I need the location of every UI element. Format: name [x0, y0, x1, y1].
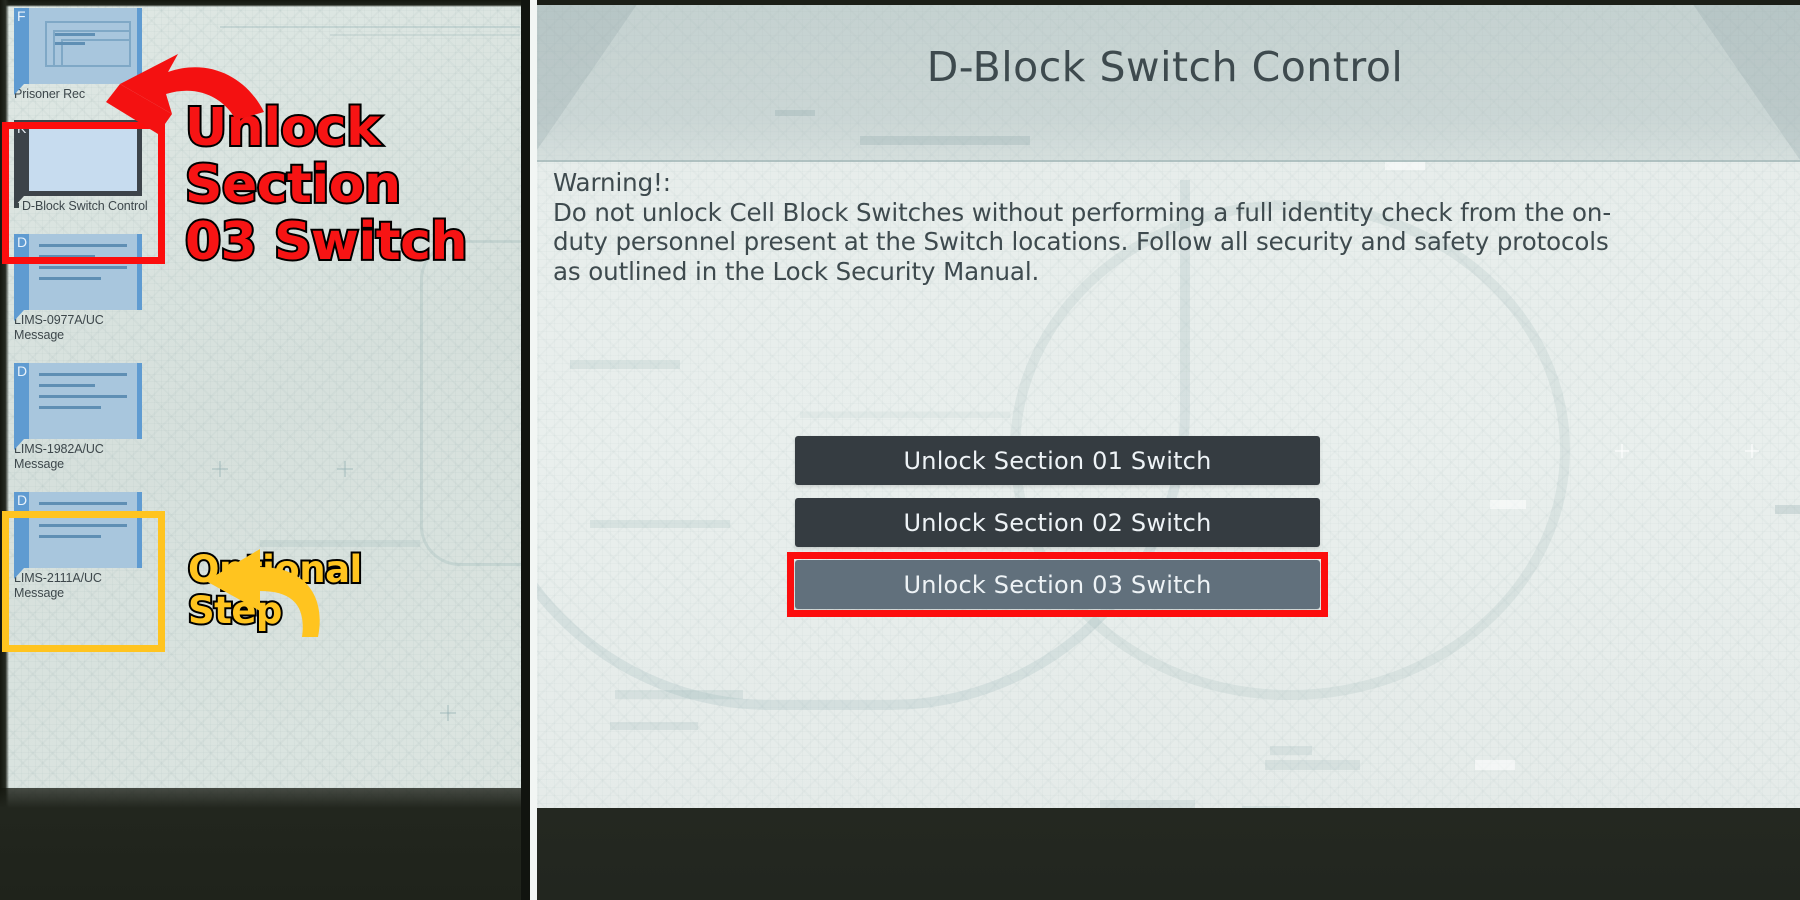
file-thumbnail: D: [14, 492, 142, 568]
file-spine: K: [14, 120, 29, 196]
file-tag-letter: D: [17, 492, 28, 508]
decor-line: [330, 34, 520, 36]
warning-label: Warning!:: [553, 168, 671, 197]
warning-text-block: Warning!: Do not unlock Cell Block Switc…: [553, 168, 1775, 286]
message-lines-glyph: [39, 244, 127, 288]
decor-bar: [775, 110, 815, 116]
left-panel-left-edge: [0, 0, 9, 900]
red-arrow-icon: [106, 54, 264, 134]
decor-tick: [219, 461, 221, 477]
decor-dots: [1775, 505, 1800, 514]
decor-bar: [615, 690, 743, 699]
file-spine: D: [14, 234, 29, 310]
terminal-top-edge: [530, 0, 1800, 5]
decor-bar: [860, 136, 1030, 145]
file-thumbnail: D: [14, 234, 142, 310]
file-spine: D: [14, 492, 29, 568]
decor-bar: [610, 722, 698, 730]
message-lines-glyph: [39, 373, 127, 417]
list-item-label: LIMS-1982A/UC Message: [14, 442, 104, 471]
list-item-label: LIMS-2111A/UC Message: [14, 571, 102, 600]
decor-u-shape: [420, 240, 521, 566]
message-lines-icon: [29, 234, 142, 310]
unlock-section-03-button[interactable]: Unlock Section 03 Switch: [795, 560, 1320, 609]
file-tag-letter: D: [17, 234, 28, 250]
file-tag-letter: D: [17, 363, 28, 379]
list-item-label: LIMS-0977A/UC Message: [14, 313, 104, 342]
message-lines-icon: [29, 363, 142, 439]
decor-line: [220, 26, 520, 28]
panel-divider: [521, 0, 530, 900]
decor-dots: [1490, 500, 1526, 509]
decor-tick: [447, 705, 449, 721]
warning-line: Do not unlock Cell Block Switches withou…: [553, 197, 1612, 227]
file-browser-panel: F Prisoner Rec K D-Block Switch Control …: [0, 0, 521, 900]
decor-bar: [800, 412, 1010, 418]
screenshot-root: F Prisoner Rec K D-Block Switch Control …: [0, 0, 1800, 900]
decor-dots: [1475, 760, 1515, 770]
decor-tick: [1751, 444, 1753, 458]
terminal-bottom-edge: [530, 808, 1800, 900]
decor-tick: [344, 461, 346, 477]
switch-button-stack: Unlock Section 01 Switch Unlock Section …: [787, 436, 1328, 617]
decor-bar: [590, 520, 730, 528]
unlock-section-02-button[interactable]: Unlock Section 02 Switch: [795, 498, 1320, 547]
file-tag-letter: F: [17, 8, 26, 24]
decor-bar: [1270, 746, 1312, 755]
message-lines-icon: [29, 492, 142, 568]
warning-line: as outlined in the Lock Security Manual.: [553, 256, 1040, 286]
decor-bar: [1265, 760, 1360, 770]
left-panel-bottom-edge: [0, 788, 521, 900]
terminal-left-edge: [530, 0, 537, 900]
terminal-panel: D-Block Switch Control Warning!: Do not …: [530, 0, 1800, 900]
list-item-label: D-Block Switch Control: [14, 199, 154, 214]
file-spine: F: [14, 8, 29, 84]
decor-bar: [570, 360, 680, 369]
unlock-section-01-button[interactable]: Unlock Section 01 Switch: [795, 436, 1320, 485]
file-tag-letter: K: [17, 120, 27, 136]
yellow-arrow-icon: [206, 549, 320, 637]
page-title: D-Block Switch Control: [926, 43, 1404, 91]
decor-bar: [1100, 800, 1195, 808]
list-item-label-text: D-Block Switch Control: [22, 199, 148, 213]
decor-tick: [1621, 444, 1623, 458]
warning-line: duty personnel present at the Switch loc…: [553, 227, 1609, 256]
message-lines-glyph: [39, 502, 127, 546]
file-spine: D: [14, 363, 29, 439]
list-item[interactable]: D LIMS-2111A/UC Message: [10, 488, 158, 603]
list-item[interactable]: D LIMS-1982A/UC Message: [10, 359, 158, 474]
file-thumbnail: D: [14, 363, 142, 439]
list-item[interactable]: D LIMS-0977A/UC Message: [10, 230, 158, 345]
